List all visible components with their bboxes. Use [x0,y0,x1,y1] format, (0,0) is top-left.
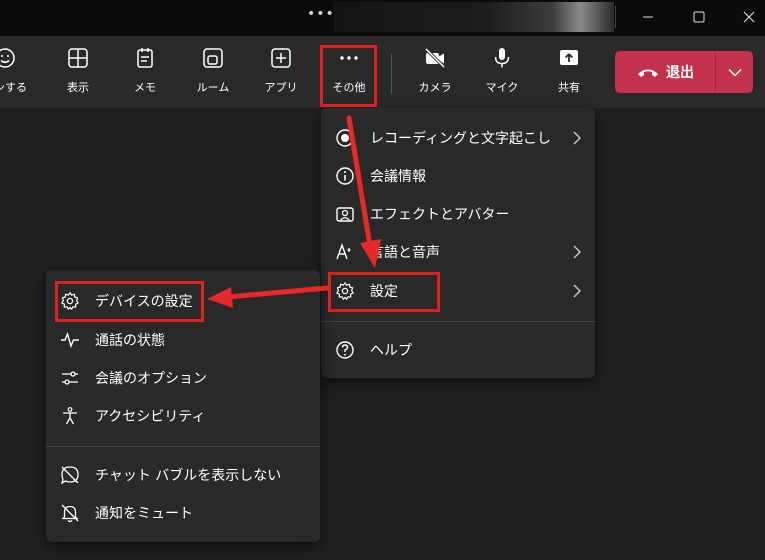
apps-label: アプリ [264,81,298,94]
view-button[interactable]: 表示 [45,46,111,100]
bell-off-icon [60,503,80,523]
notes-button[interactable]: メモ [112,46,178,100]
language-icon [335,242,355,262]
menu-item-label: 通知をミュート [95,506,193,522]
highlight-device-settings-item [55,281,204,322]
reaction-label: ョンする [0,81,27,94]
menu-item-meeting-info[interactable]: 会議情報 [321,158,595,194]
highlight-more-button [320,45,377,107]
share-label: 共有 [558,81,580,94]
meeting-title-redacted [334,2,614,32]
minimize-button[interactable] [623,0,673,34]
camera-button[interactable]: カメラ [402,46,468,100]
chevron-down-icon [727,68,742,77]
meeting-toolbar: ョンする 表示 メモ ルーム アプリ その他 カメラ マイク 共有 退出 [0,36,765,108]
leave-options-button[interactable] [716,51,753,93]
camera-off-icon [424,47,446,69]
menu-item-effects[interactable]: エフェクトとアバター [321,196,595,232]
highlight-settings-item [328,272,440,312]
menu-divider [321,321,595,322]
leave-label: 退出 [666,65,694,81]
menu-divider [46,446,320,447]
chat-bubble-off-icon [60,465,80,485]
mic-icon [494,48,510,68]
notes-label: メモ [134,81,156,94]
hangup-icon [638,69,658,77]
view-label: 表示 [67,81,89,94]
menu-item-label: 会議情報 [370,169,426,185]
menu-item-help[interactable]: ヘルプ [321,332,595,368]
menu-item-mute-notifications[interactable]: 通知をミュート [46,495,320,531]
close-button[interactable] [724,0,765,34]
menu-item-label: ヘルプ [370,343,412,359]
title-more-icon[interactable]: ••• [307,6,335,22]
share-icon [560,50,578,65]
accessibility-icon [60,406,80,426]
close-icon [743,11,755,23]
reaction-button[interactable]: ョンする [0,46,38,100]
help-icon [335,340,355,360]
emoji-icon [0,48,15,68]
record-icon [335,128,355,148]
more-options-menu: レコーディングと文字起こし 会議情報 エフェクトとアバター 言語と音声 設定 ヘ… [321,108,595,378]
menu-item-label: 会議のオプション [95,371,207,387]
share-button[interactable]: 共有 [536,46,602,100]
info-icon [335,166,355,186]
mic-label: マイク [485,81,519,94]
chevron-right-icon [573,284,581,298]
rooms-icon [203,48,223,68]
menu-item-language[interactable]: 言語と音声 [321,234,595,270]
rooms-label: ルーム [196,81,230,94]
rooms-button[interactable]: ルーム [180,46,246,100]
title-divider [615,6,616,28]
menu-item-label: レコーディングと文字起こし [370,131,552,147]
menu-item-hide-chat-bubbles[interactable]: チャット バブルを表示しない [46,457,320,493]
menu-item-label: 通話の状態 [95,333,165,349]
menu-item-accessibility[interactable]: アクセシビリティ [46,398,320,434]
leave-button-group: 退出 [615,51,753,93]
menu-item-label: 言語と音声 [370,245,440,261]
menu-item-label: エフェクトとアバター [370,207,510,223]
minimize-icon [643,16,653,18]
menu-item-label: アクセシビリティ [95,409,206,425]
menu-item-recording[interactable]: レコーディングと文字起こし [321,120,595,156]
effects-icon [335,204,355,224]
mic-button[interactable]: マイク [469,46,535,100]
plus-icon [271,48,291,68]
notes-icon [137,48,153,68]
activity-icon [60,330,80,350]
menu-item-call-health[interactable]: 通話の状態 [46,322,320,358]
maximize-button[interactable] [674,0,724,34]
title-bar: ••• [0,0,765,36]
menu-item-meeting-options[interactable]: 会議のオプション [46,360,320,396]
grid-icon [68,48,88,68]
maximize-icon [693,11,705,23]
apps-button[interactable]: アプリ [248,46,314,100]
menu-item-label: チャット バブルを表示しない [95,468,282,484]
leave-button[interactable]: 退出 [615,51,715,93]
sliders-icon [60,368,80,388]
chevron-right-icon [573,245,581,259]
camera-label: カメラ [418,81,452,94]
toolbar-divider [391,54,392,94]
chevron-right-icon [573,131,581,145]
